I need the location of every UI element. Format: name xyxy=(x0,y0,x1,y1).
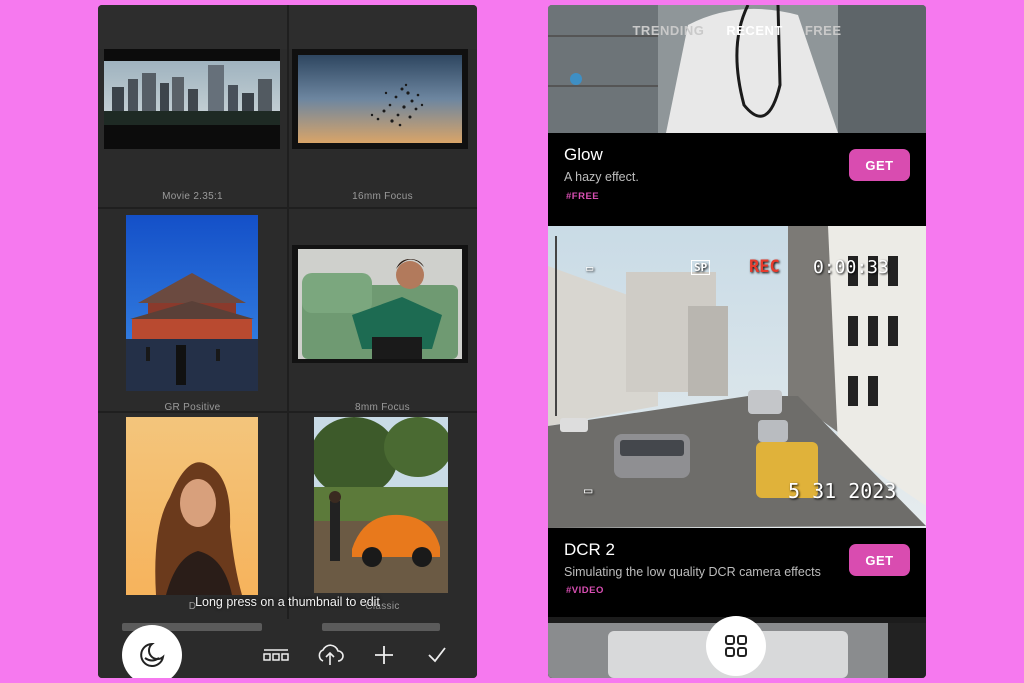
effects-button[interactable] xyxy=(122,625,182,678)
birds-sunset-thumbnail xyxy=(292,49,468,149)
get-button-glow[interactable]: GET xyxy=(849,149,910,181)
effect-tag[interactable]: #VIDEO xyxy=(566,585,604,596)
grid-divider xyxy=(98,207,477,209)
effect-title: Glow xyxy=(564,145,603,164)
grid-view-button[interactable] xyxy=(706,616,766,676)
effects-store-screen: TRENDING RECENT FREE Glow A hazy effect.… xyxy=(548,5,926,678)
next-row-preview xyxy=(322,623,440,631)
tab-recent[interactable]: RECENT xyxy=(726,23,782,38)
thumbnail-caption: Movie 2.35:1 xyxy=(162,191,223,202)
thumbnail-cell[interactable]: D xyxy=(98,413,287,615)
temple-thumbnail xyxy=(126,215,258,391)
battery-icon: ▭ xyxy=(586,261,594,275)
thumbnail-cell[interactable]: Classic xyxy=(288,413,477,615)
tab-trending[interactable]: TRENDING xyxy=(632,23,704,38)
thumbnail-caption: 16mm Focus xyxy=(352,191,413,202)
thumbnail-cell[interactable]: Movie 2.35:1 xyxy=(98,5,287,207)
category-tabs: TRENDING RECENT FREE xyxy=(548,23,926,38)
city-skyline-thumbnail xyxy=(104,49,280,149)
film-strip-icon[interactable] xyxy=(261,643,291,667)
tape-icon: ▭ xyxy=(584,483,593,499)
timecode: 0:00:33 xyxy=(813,257,889,278)
tab-free[interactable]: FREE xyxy=(805,23,842,38)
orange-beetle-thumbnail xyxy=(314,417,448,593)
thumbnail-cell[interactable]: 16mm Focus xyxy=(288,5,477,207)
get-button-dcr2[interactable]: GET xyxy=(849,544,910,576)
effect-description: A hazy effect. xyxy=(564,170,639,184)
plus-icon[interactable] xyxy=(369,643,399,667)
man-on-couch-thumbnail xyxy=(292,245,468,363)
tape-speed-indicator: SP xyxy=(691,260,711,275)
check-icon[interactable] xyxy=(422,643,452,667)
film-presets-screen: Movie 2.35:1 16mm Focus GR Positive 8mm … xyxy=(98,5,477,678)
thumbnail-cell[interactable]: GR Positive xyxy=(98,209,287,413)
grid-icon xyxy=(725,635,747,657)
effect-tag[interactable]: #FREE xyxy=(566,191,599,202)
effect-title: DCR 2 xyxy=(564,540,616,559)
rec-indicator: REC xyxy=(749,257,780,277)
woman-portrait-thumbnail xyxy=(126,417,258,595)
moon-filter-icon xyxy=(140,642,165,667)
cloud-upload-icon[interactable] xyxy=(315,643,345,667)
grid-divider xyxy=(98,411,477,413)
date-stamp: 5 31 2023 xyxy=(788,479,897,503)
long-press-hint: Long press on a thumbnail to edit xyxy=(195,595,380,609)
grid-divider xyxy=(287,5,289,619)
effect-description: Simulating the low quality DCR camera ef… xyxy=(564,565,821,579)
thumbnail-cell[interactable]: 8mm Focus xyxy=(288,209,477,413)
